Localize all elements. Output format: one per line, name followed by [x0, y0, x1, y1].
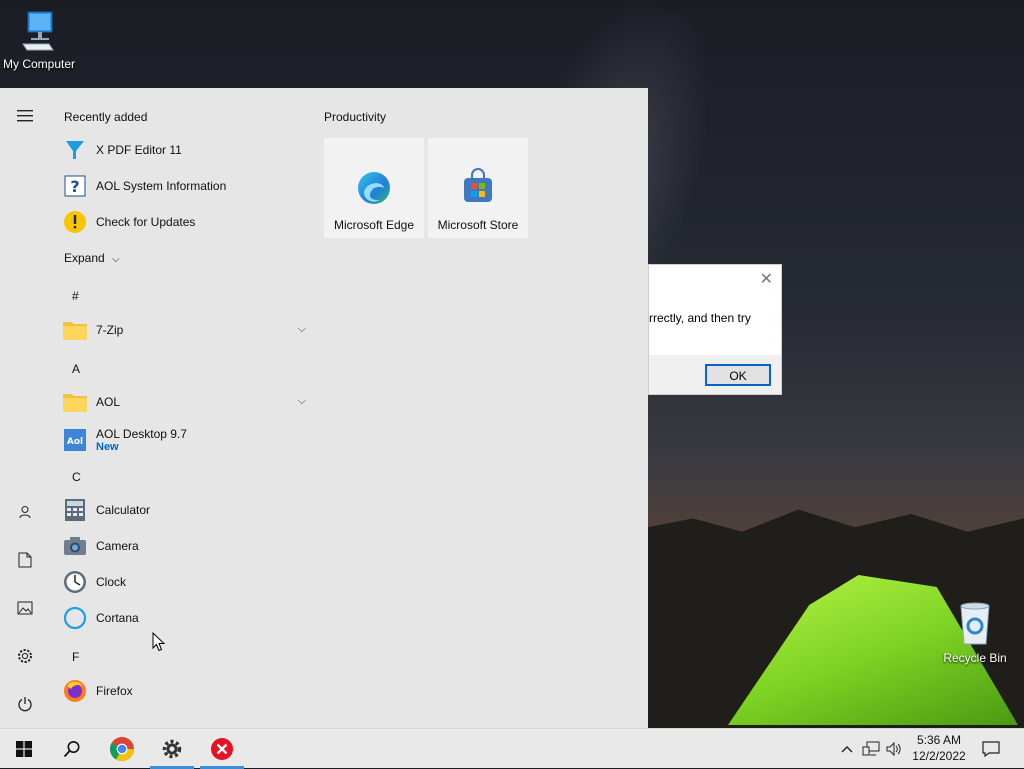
list-item-firefox[interactable]: Firefox	[62, 676, 310, 706]
windows-logo-icon	[16, 741, 32, 757]
tile-microsoft-edge[interactable]: Microsoft Edge	[324, 138, 424, 238]
dialog-message: rrectly, and then try	[649, 311, 751, 325]
ok-button[interactable]: OK	[705, 364, 771, 386]
letter-header[interactable]: F	[72, 650, 79, 664]
app-name: Check for Updates	[96, 215, 196, 229]
start-rail	[0, 88, 50, 728]
app-name: 7-Zip	[96, 323, 124, 337]
letter-header[interactable]: A	[72, 362, 80, 376]
desktop-icon-label: My Computer	[2, 57, 76, 71]
taskbar: 5:36 AM 12/2/2022	[0, 728, 1024, 769]
error-dialog: ✕ rrectly, and then try OK	[648, 264, 782, 395]
expand-button[interactable]: Expand ⌵	[64, 251, 120, 265]
store-icon	[464, 168, 492, 202]
close-icon[interactable]: ✕	[760, 269, 773, 289]
app-name: AOL System Information	[96, 179, 227, 193]
letter-header[interactable]: C	[72, 470, 81, 484]
warning-icon	[62, 209, 88, 235]
error-icon	[211, 738, 233, 760]
search-icon	[63, 741, 80, 758]
clock-icon	[62, 569, 88, 595]
settings-app-button[interactable]	[148, 729, 196, 769]
mouse-cursor-icon	[152, 632, 166, 652]
taskbar-clock[interactable]: 5:36 AM 12/2/2022	[904, 732, 974, 764]
start-button[interactable]	[0, 729, 48, 769]
gear-icon	[162, 739, 182, 759]
list-item-check-for-updates[interactable]: Check for Updates	[62, 207, 310, 237]
app-name: X PDF Editor 11	[96, 143, 182, 157]
chevron-down-icon[interactable]: ⌵	[298, 323, 306, 336]
app-name: Firefox	[96, 684, 133, 698]
tiles-group-header: Productivity	[324, 110, 387, 124]
chevron-down-icon: ⌵	[112, 254, 120, 265]
list-item-x-pdf-editor[interactable]: X PDF Editor 11	[62, 135, 310, 165]
new-badge: New	[96, 441, 119, 453]
list-item-camera[interactable]: Camera	[62, 531, 310, 561]
list-item-clock[interactable]: Clock	[62, 567, 310, 597]
start-menu: Recently added X PDF Editor 11 ? AOL Sys…	[0, 88, 648, 728]
app-name: Camera	[96, 539, 139, 553]
help-icon: ?	[62, 173, 88, 199]
app-title: AOL Desktop 9.7	[96, 427, 187, 441]
list-item-calculator[interactable]: Calculator	[62, 495, 310, 525]
chevron-up-icon[interactable]	[838, 729, 856, 769]
expand-label: Expand	[64, 251, 105, 265]
folder-icon	[62, 317, 88, 343]
desktop-icon-label: Recycle Bin	[943, 651, 1007, 665]
notifications-icon[interactable]	[978, 729, 1004, 769]
pdf-editor-icon	[62, 137, 88, 163]
tile-microsoft-store[interactable]: Microsoft Store	[428, 138, 528, 238]
svg-text:?: ?	[70, 177, 79, 196]
desktop-icon-my-computer[interactable]: My Computer	[0, 8, 78, 71]
recycle-bin-icon	[960, 602, 990, 645]
svg-text:Aol: Aol	[67, 437, 83, 447]
tile-label: Microsoft Edge	[333, 218, 415, 232]
list-item-7-zip[interactable]: 7-Zip ⌵	[62, 315, 310, 345]
app-list: Recently added X PDF Editor 11 ? AOL Sys…	[50, 88, 310, 728]
recently-added-header: Recently added	[64, 110, 148, 124]
pictures-icon[interactable]	[13, 596, 37, 620]
list-item-aol-system-information[interactable]: ? AOL System Information	[62, 171, 310, 201]
tile-label: Microsoft Store	[437, 218, 519, 232]
letter-header[interactable]: #	[72, 289, 79, 303]
hamburger-icon[interactable]	[13, 104, 37, 128]
settings-icon[interactable]	[13, 644, 37, 668]
network-icon[interactable]	[860, 729, 882, 769]
clock-time: 5:36 AM	[916, 733, 962, 747]
chrome-icon	[109, 737, 134, 762]
list-item-aol-desktop[interactable]: Aol AOL Desktop 9.7 New	[62, 423, 310, 457]
folder-icon	[62, 389, 88, 415]
app-name: AOL	[96, 395, 121, 409]
cortana-icon	[62, 605, 88, 631]
firefox-icon	[62, 678, 88, 704]
app-name: Clock	[96, 575, 127, 589]
edge-icon	[358, 172, 390, 204]
user-icon[interactable]	[13, 500, 37, 524]
desktop-icon-recycle-bin[interactable]: Recycle Bin	[940, 602, 1010, 665]
power-icon[interactable]	[13, 692, 37, 716]
search-button[interactable]	[48, 729, 96, 769]
document-icon[interactable]	[13, 548, 37, 572]
camera-icon	[62, 533, 88, 559]
computer-icon	[22, 11, 54, 51]
volume-icon[interactable]	[884, 729, 904, 769]
chevron-down-icon[interactable]: ⌵	[298, 395, 306, 408]
app-name: AOL Desktop 9.7 New	[96, 427, 187, 453]
list-item-cortana[interactable]: Cortana	[62, 603, 310, 633]
error-app-button[interactable]	[198, 729, 246, 769]
app-name: Calculator	[96, 503, 151, 517]
aol-icon: Aol	[62, 427, 88, 453]
clock-date: 12/2/2022	[912, 749, 966, 763]
app-name: Cortana	[96, 611, 139, 625]
list-item-aol-folder[interactable]: AOL ⌵	[62, 387, 310, 417]
chrome-button[interactable]	[98, 729, 146, 769]
calculator-icon	[62, 497, 88, 523]
